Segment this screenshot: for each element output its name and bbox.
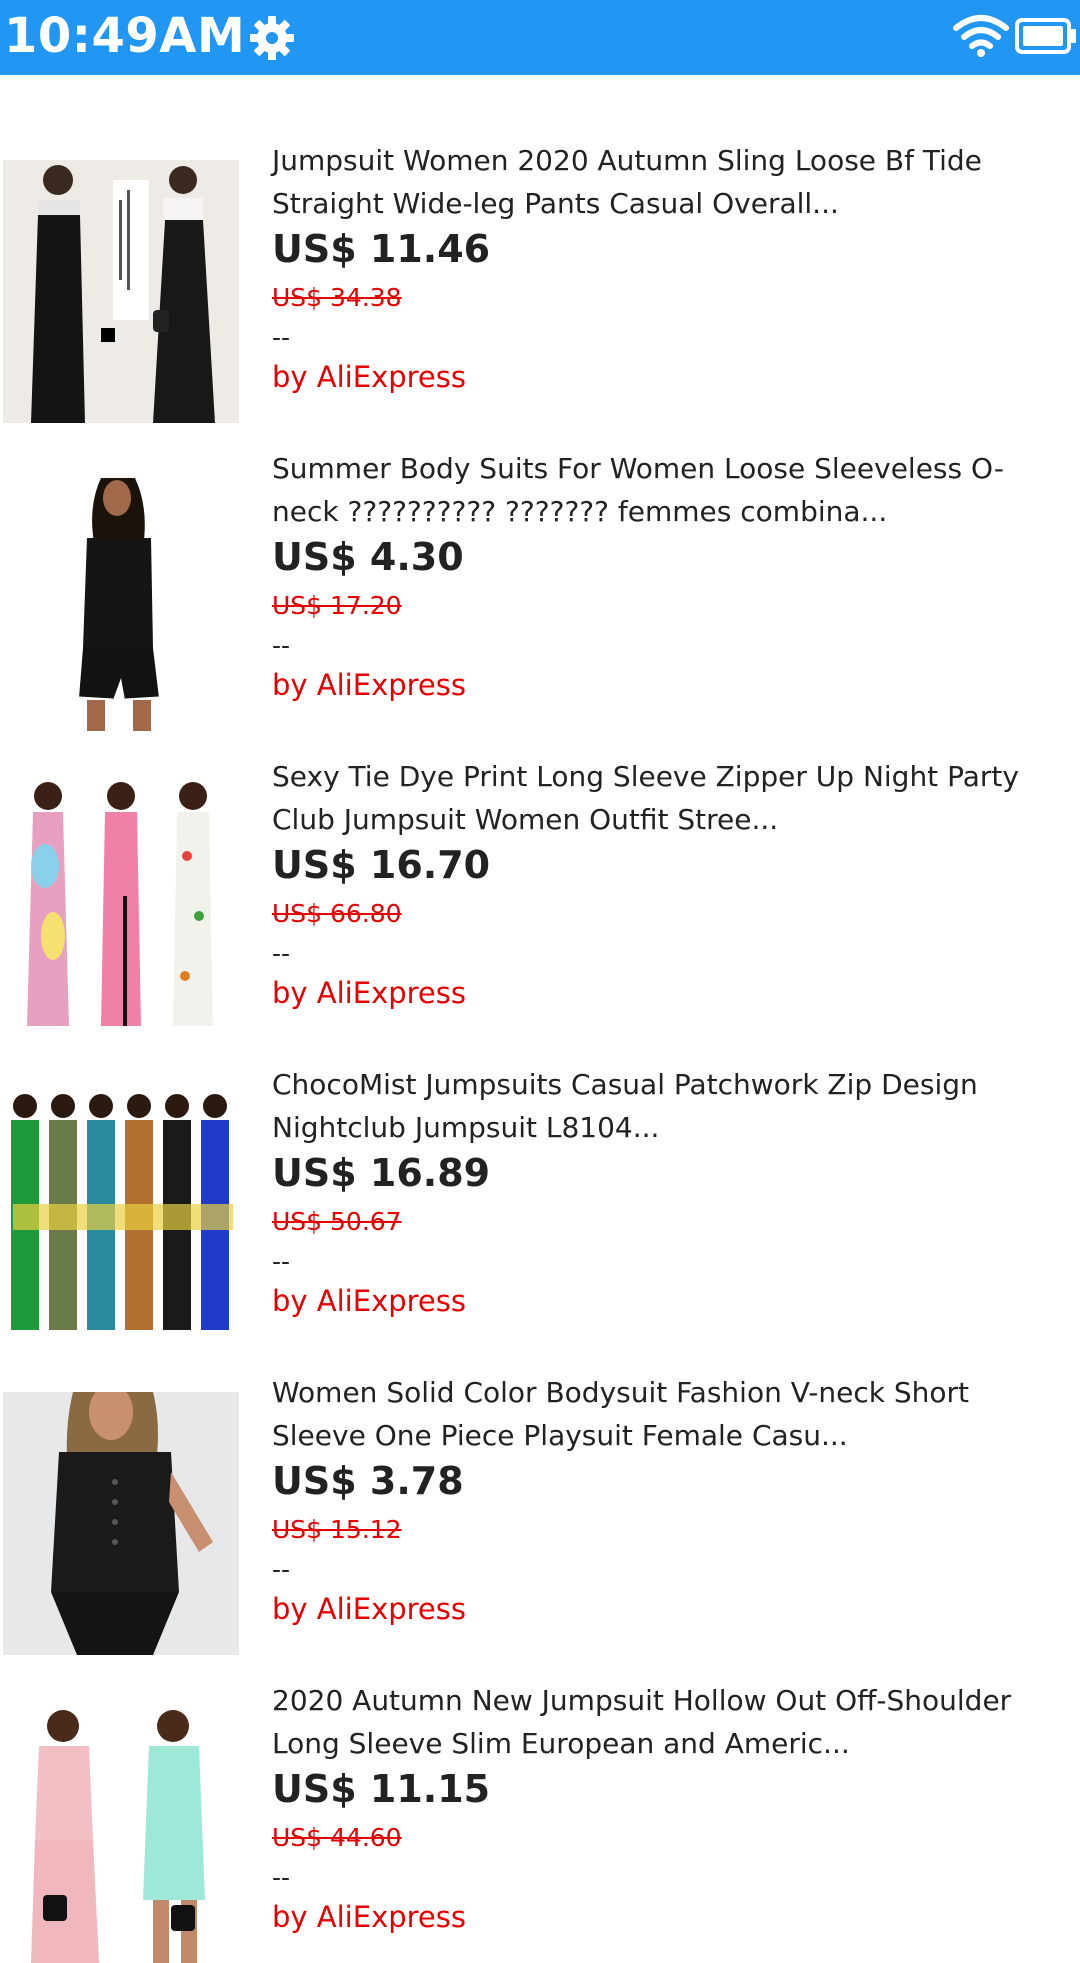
product-price: US$ 16.70: [272, 843, 491, 887]
product-price: US$ 4.30: [272, 535, 464, 579]
product-item[interactable]: 2020 Autumn New Jumpsuit Hollow Out Off-…: [0, 1615, 1080, 1963]
product-title[interactable]: Summer Body Suits For Women Loose Sleeve…: [272, 447, 1062, 533]
product-old-price: US$ 17.20: [272, 591, 402, 620]
product-old-price: US$ 15.12: [272, 1515, 402, 1544]
product-seller: by AliExpress: [272, 1900, 466, 1934]
battery-icon: [1014, 16, 1078, 56]
product-price: US$ 3.78: [272, 1459, 464, 1503]
product-title[interactable]: ChocoMist Jumpsuits Casual Patchwork Zip…: [272, 1063, 1062, 1149]
product-item[interactable]: Women Solid Color Bodysuit Fashion V-nec…: [0, 1307, 1080, 1655]
product-old-price: US$ 50.67: [272, 1207, 402, 1236]
product-price: US$ 11.15: [272, 1767, 491, 1811]
product-rating: --: [272, 1863, 291, 1892]
gear-icon: [248, 14, 296, 62]
product-price: US$ 16.89: [272, 1151, 491, 1195]
product-rating: --: [272, 631, 291, 660]
product-old-price: US$ 44.60: [272, 1823, 402, 1852]
product-item[interactable]: Summer Body Suits For Women Loose Sleeve…: [0, 383, 1080, 731]
product-rating: --: [272, 1555, 291, 1584]
wifi-icon: [952, 12, 1010, 58]
product-old-price: US$ 66.80: [272, 899, 402, 928]
product-title[interactable]: Sexy Tie Dye Print Long Sleeve Zipper Up…: [272, 755, 1062, 841]
product-item[interactable]: ChocoMist Jumpsuits Casual Patchwork Zip…: [0, 999, 1080, 1347]
status-time: 10:49AM: [4, 8, 246, 64]
product-old-price: US$ 34.38: [272, 283, 402, 312]
product-title[interactable]: Jumpsuit Women 2020 Autumn Sling Loose B…: [272, 139, 1062, 225]
product-rating: --: [272, 939, 291, 968]
product-title[interactable]: Women Solid Color Bodysuit Fashion V-nec…: [272, 1371, 1062, 1457]
product-image[interactable]: [3, 1700, 239, 1963]
product-price: US$ 11.46: [272, 227, 491, 271]
product-title[interactable]: 2020 Autumn New Jumpsuit Hollow Out Off-…: [272, 1679, 1062, 1765]
status-bar: 10:49AM: [0, 0, 1080, 75]
product-item[interactable]: Sexy Tie Dye Print Long Sleeve Zipper Up…: [0, 691, 1080, 1039]
product-rating: --: [272, 323, 291, 352]
product-item[interactable]: Jumpsuit Women 2020 Autumn Sling Loose B…: [0, 75, 1080, 423]
product-rating: --: [272, 1247, 291, 1276]
